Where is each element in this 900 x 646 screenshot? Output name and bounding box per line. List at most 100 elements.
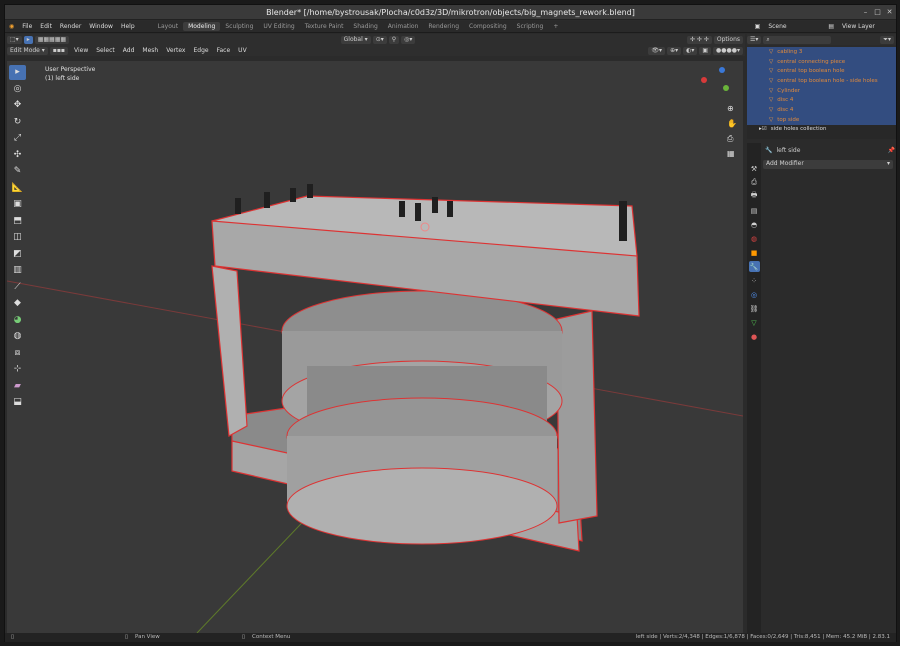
- grid-icon[interactable]: ▦: [727, 146, 741, 161]
- header-menu-uv[interactable]: UV: [234, 47, 251, 54]
- outliner-row[interactable]: ▸☑ side holes collection: [747, 125, 896, 135]
- move-icon[interactable]: ✥: [9, 98, 26, 113]
- select-mode-icons[interactable]: ▦▦▦▦▦: [34, 35, 70, 44]
- tab-texture-paint[interactable]: Texture Paint: [300, 22, 349, 31]
- transform-orientation[interactable]: Global ▾: [340, 35, 371, 44]
- header-menu-mesh[interactable]: Mesh: [138, 47, 162, 54]
- header-menu-add[interactable]: Add: [119, 47, 139, 54]
- header-menu-edge[interactable]: Edge: [189, 47, 212, 54]
- tab-animation[interactable]: Animation: [383, 22, 424, 31]
- view-layer-props-icon[interactable]: ▤: [749, 205, 760, 216]
- cursor-icon[interactable]: ◎: [9, 81, 26, 96]
- render-props-icon[interactable]: ⎙: [749, 177, 760, 188]
- menu-help[interactable]: Help: [117, 23, 139, 30]
- add-workspace-icon[interactable]: +: [548, 22, 563, 31]
- loop-cut-icon[interactable]: ▥: [9, 263, 26, 278]
- orientation-icons[interactable]: ✢ ✢ ✢: [686, 35, 712, 44]
- physics-props-icon[interactable]: ◎: [749, 289, 760, 300]
- world-props-icon[interactable]: ◍: [749, 233, 760, 244]
- data-props-icon[interactable]: ▽: [749, 317, 760, 328]
- add-cube-icon[interactable]: ▣: [9, 197, 26, 212]
- camera-icon[interactable]: ⎙: [727, 131, 741, 146]
- x-axis-icon[interactable]: [701, 77, 707, 83]
- outliner-row[interactable]: ▽ top side: [747, 114, 896, 125]
- pin-icon[interactable]: 📌: [888, 147, 895, 154]
- maximize-icon[interactable]: □: [873, 8, 882, 17]
- outliner-row[interactable]: ▽ central connecting piece: [747, 56, 896, 67]
- outliner-editor-icon[interactable]: ☰▾: [747, 35, 762, 44]
- header-menu-select[interactable]: Select: [92, 47, 119, 54]
- tab-uv-editing[interactable]: UV Editing: [258, 22, 299, 31]
- rip-icon[interactable]: ⬓: [9, 395, 26, 410]
- pivot-icon[interactable]: ⊙▾: [372, 35, 387, 44]
- navigation-gizmo[interactable]: [701, 67, 731, 97]
- scale-icon[interactable]: ⤢: [9, 131, 26, 146]
- zoom-icon[interactable]: ⊕: [727, 101, 741, 116]
- constraints-props-icon[interactable]: ⛓: [749, 303, 760, 314]
- 3d-viewport[interactable]: User Perspective (1) left side ⊕ ✋ ⎙ ▦: [7, 61, 743, 633]
- visibility-icon[interactable]: 👁▾: [648, 46, 666, 55]
- overlay-icon[interactable]: ◐▾: [683, 46, 698, 55]
- shear-icon[interactable]: ▰: [9, 378, 26, 393]
- inset-icon[interactable]: ◫: [9, 230, 26, 245]
- editor-type-icon[interactable]: ⬚▾: [7, 35, 22, 44]
- tab-rendering[interactable]: Rendering: [423, 22, 464, 31]
- tab-layout[interactable]: Layout: [153, 22, 183, 31]
- pan-hand-icon[interactable]: ✋: [727, 116, 741, 131]
- rotate-icon[interactable]: ↻: [9, 114, 26, 129]
- snap-icon[interactable]: ⚲: [388, 35, 400, 44]
- blender-logo-icon[interactable]: ◉: [5, 23, 18, 30]
- scene-selector[interactable]: Scene: [764, 23, 824, 30]
- shrink-icon[interactable]: ⊹: [9, 362, 26, 377]
- shading-modes-icon[interactable]: ●●●●▾: [713, 46, 743, 55]
- smooth-icon[interactable]: ◍: [9, 329, 26, 344]
- knife-icon[interactable]: ⟋: [9, 279, 26, 294]
- mode-selector[interactable]: Edit Mode ▾: [7, 46, 48, 55]
- add-modifier-dropdown[interactable]: Add Modifier ▾: [763, 160, 893, 169]
- select-box-icon[interactable]: ▸: [9, 64, 26, 80]
- menu-file[interactable]: File: [18, 23, 36, 30]
- annotate-icon[interactable]: ✎: [9, 164, 26, 179]
- poly-build-icon[interactable]: ◆: [9, 296, 26, 311]
- menu-edit[interactable]: Edit: [36, 23, 56, 30]
- filter-icon[interactable]: ⏷▾: [880, 35, 894, 44]
- header-menu-face[interactable]: Face: [213, 47, 235, 54]
- outliner-row[interactable]: ▽ cabling 3: [747, 47, 896, 57]
- tab-sculpting[interactable]: Sculpting: [220, 22, 258, 31]
- xray-icon[interactable]: ▣: [699, 46, 712, 55]
- object-props-icon[interactable]: ■: [749, 247, 760, 258]
- outliner-row[interactable]: ▽ Cylinder: [747, 85, 896, 96]
- tab-modeling[interactable]: Modeling: [183, 22, 221, 31]
- outliner-search-field[interactable]: ⌕: [763, 35, 832, 44]
- measure-icon[interactable]: 📐: [9, 180, 26, 195]
- outliner-row[interactable]: ▽ central top boolean hole: [747, 66, 896, 77]
- object-name-field[interactable]: left side: [776, 147, 800, 154]
- output-props-icon[interactable]: 🖶: [749, 191, 760, 202]
- outliner-row[interactable]: ▽ central top boolean hole - side holes: [747, 76, 896, 86]
- y-axis-icon[interactable]: [723, 85, 729, 91]
- transform-icon[interactable]: ✣: [9, 147, 26, 162]
- z-axis-icon[interactable]: [719, 67, 725, 73]
- particles-props-icon[interactable]: ⁘: [749, 275, 760, 286]
- bevel-icon[interactable]: ◩: [9, 246, 26, 261]
- header-menu-vertex[interactable]: Vertex: [162, 47, 189, 54]
- select-mode-buttons[interactable]: ▪▪▪: [49, 46, 68, 55]
- tab-shading[interactable]: Shading: [348, 22, 382, 31]
- tool-props-icon[interactable]: ⚒: [749, 163, 760, 174]
- options-button[interactable]: Options: [713, 35, 744, 44]
- spin-icon[interactable]: ◕: [9, 312, 26, 327]
- edge-slide-icon[interactable]: ⧈: [9, 345, 26, 360]
- scene-props-icon[interactable]: ◓: [749, 219, 760, 230]
- tab-compositing[interactable]: Compositing: [464, 22, 512, 31]
- view-layer-selector[interactable]: View Layer: [838, 23, 896, 30]
- proportional-edit-icon[interactable]: ◎▾: [401, 35, 416, 44]
- header-menu-view[interactable]: View: [70, 47, 92, 54]
- extrude-icon[interactable]: ⬒: [9, 213, 26, 228]
- material-props-icon[interactable]: ●: [749, 331, 760, 342]
- menu-window[interactable]: Window: [85, 23, 117, 30]
- gizmo-icon[interactable]: ⊕▾: [667, 46, 682, 55]
- menu-render[interactable]: Render: [56, 23, 85, 30]
- tool-select-icon[interactable]: ▸: [23, 35, 33, 44]
- tab-scripting[interactable]: Scripting: [512, 22, 549, 31]
- outliner-row[interactable]: ▽ disc 4: [747, 95, 896, 106]
